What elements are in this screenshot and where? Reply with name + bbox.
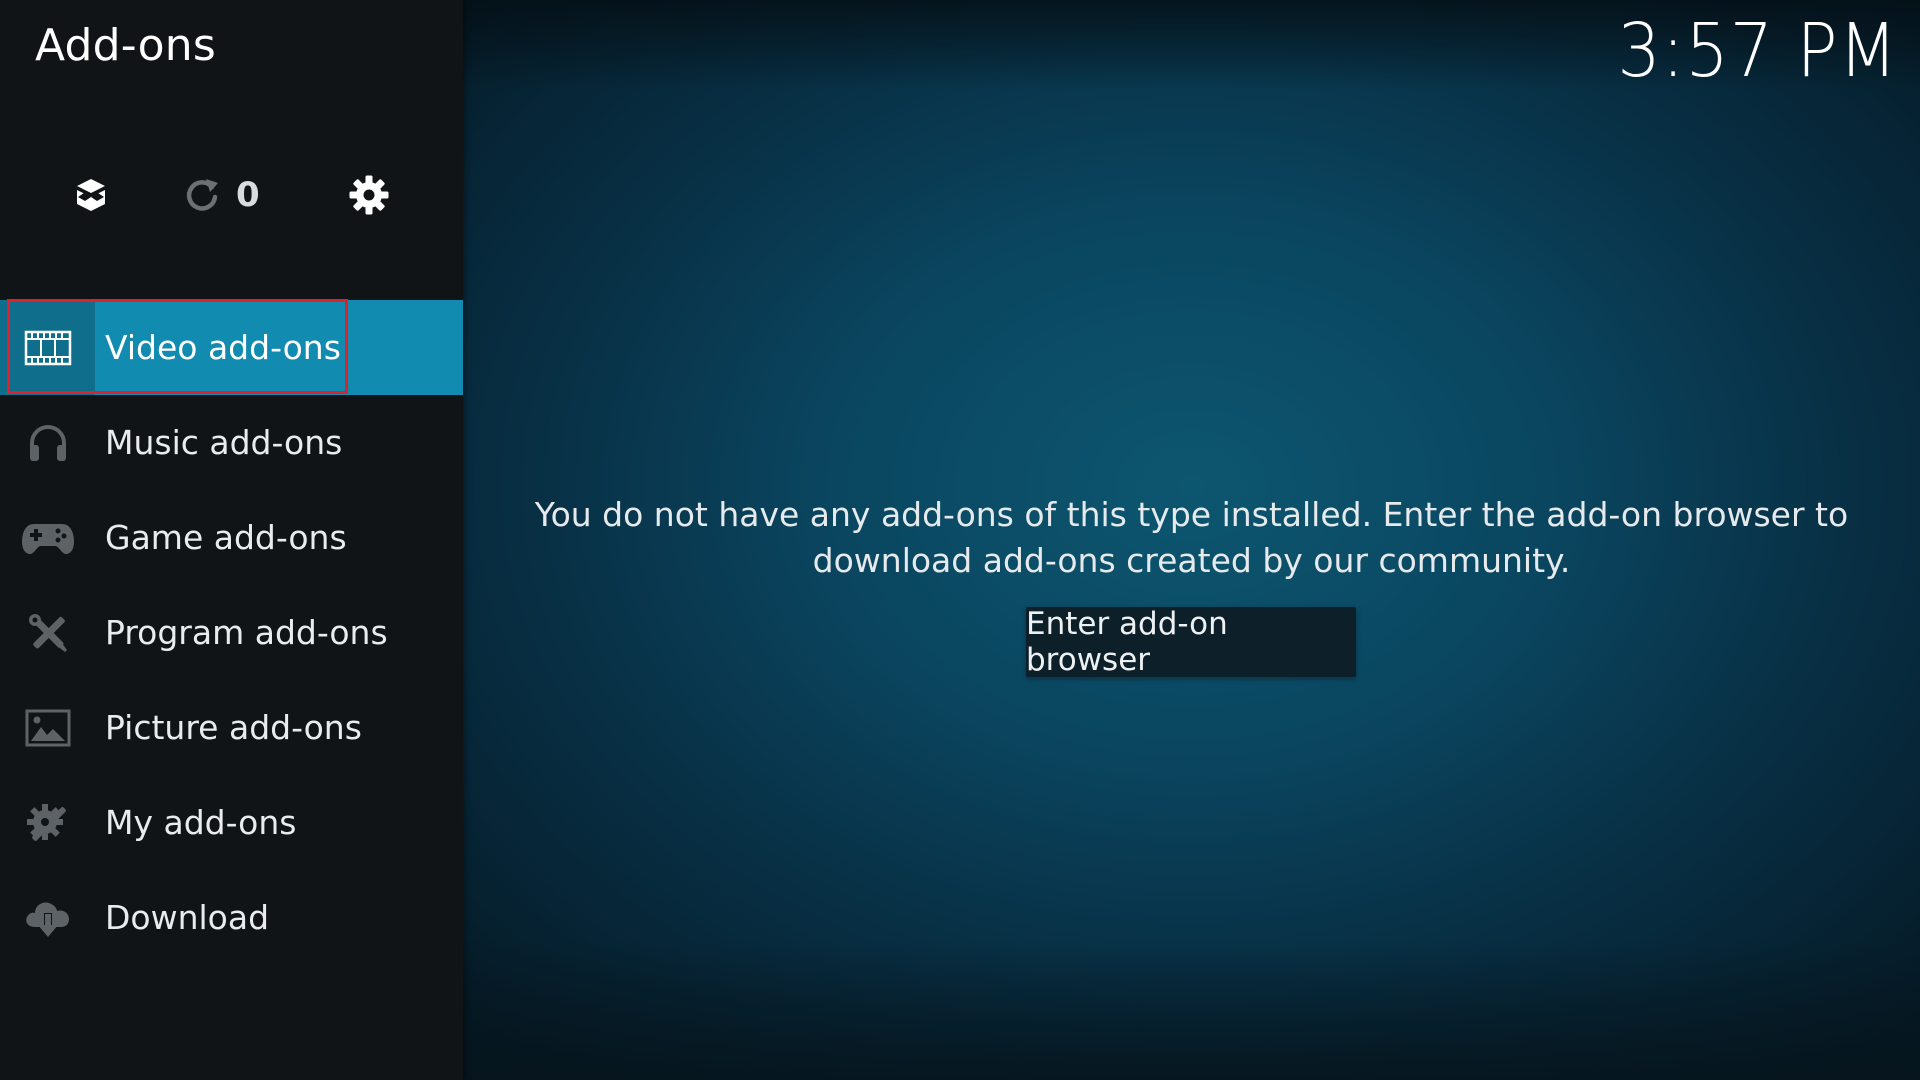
- sidebar-item-label: Video add-ons: [105, 328, 341, 367]
- tools-icon: [27, 612, 69, 654]
- sidebar-item-label: Download: [105, 898, 270, 937]
- gamepad-icon: [20, 520, 76, 556]
- sidebar-item-label: Game add-ons: [105, 518, 347, 557]
- sidebar-item-game-addons[interactable]: Game add-ons: [0, 490, 463, 585]
- sidebar-toolbar: 0: [0, 160, 463, 230]
- install-from-zip-button[interactable]: [66, 170, 116, 220]
- sidebar-item-video-addons[interactable]: Video add-ons: [0, 299, 463, 395]
- sidebar-item-picture-addons[interactable]: Picture add-ons: [0, 680, 463, 775]
- cloud-download-icon: [23, 897, 73, 939]
- settings-button[interactable]: [344, 170, 394, 220]
- gear-icon: [348, 174, 390, 216]
- addon-category-list: Video add-ons Music add-ons Game add-ons…: [0, 299, 463, 965]
- sidebar-item-my-addons[interactable]: My add-ons: [0, 775, 463, 870]
- enter-addon-browser-button[interactable]: Enter add-on browser: [1026, 606, 1356, 678]
- update-count: 0: [236, 175, 260, 215]
- sidebar: Add-ons 0 Video add-ons Music add-ons Ga…: [0, 0, 463, 1080]
- headphones-icon: [26, 423, 70, 463]
- sidebar-item-music-addons[interactable]: Music add-ons: [0, 395, 463, 490]
- sidebar-item-label: Picture add-ons: [105, 708, 362, 747]
- gear-wrench-icon: [25, 800, 71, 846]
- kodi-addons-window: 3:57 PM Add-ons 0 Video add-ons Music ad…: [0, 0, 1920, 1080]
- sidebar-item-download[interactable]: Download: [0, 870, 463, 965]
- sidebar-item-label: My add-ons: [105, 803, 297, 842]
- sidebar-item-label: Program add-ons: [105, 613, 388, 652]
- check-updates-button[interactable]: 0: [182, 170, 282, 220]
- refresh-icon: [182, 175, 222, 215]
- page-title: Add-ons: [35, 20, 217, 71]
- empty-state-message: You do not have any add-ons of this type…: [534, 495, 1849, 580]
- film-icon: [24, 330, 72, 366]
- sidebar-item-program-addons[interactable]: Program add-ons: [0, 585, 463, 680]
- picture-icon: [25, 709, 71, 747]
- box-open-icon: [71, 175, 111, 215]
- sidebar-item-label: Music add-ons: [105, 423, 343, 462]
- clock: 3:57 PM: [1617, 8, 1898, 94]
